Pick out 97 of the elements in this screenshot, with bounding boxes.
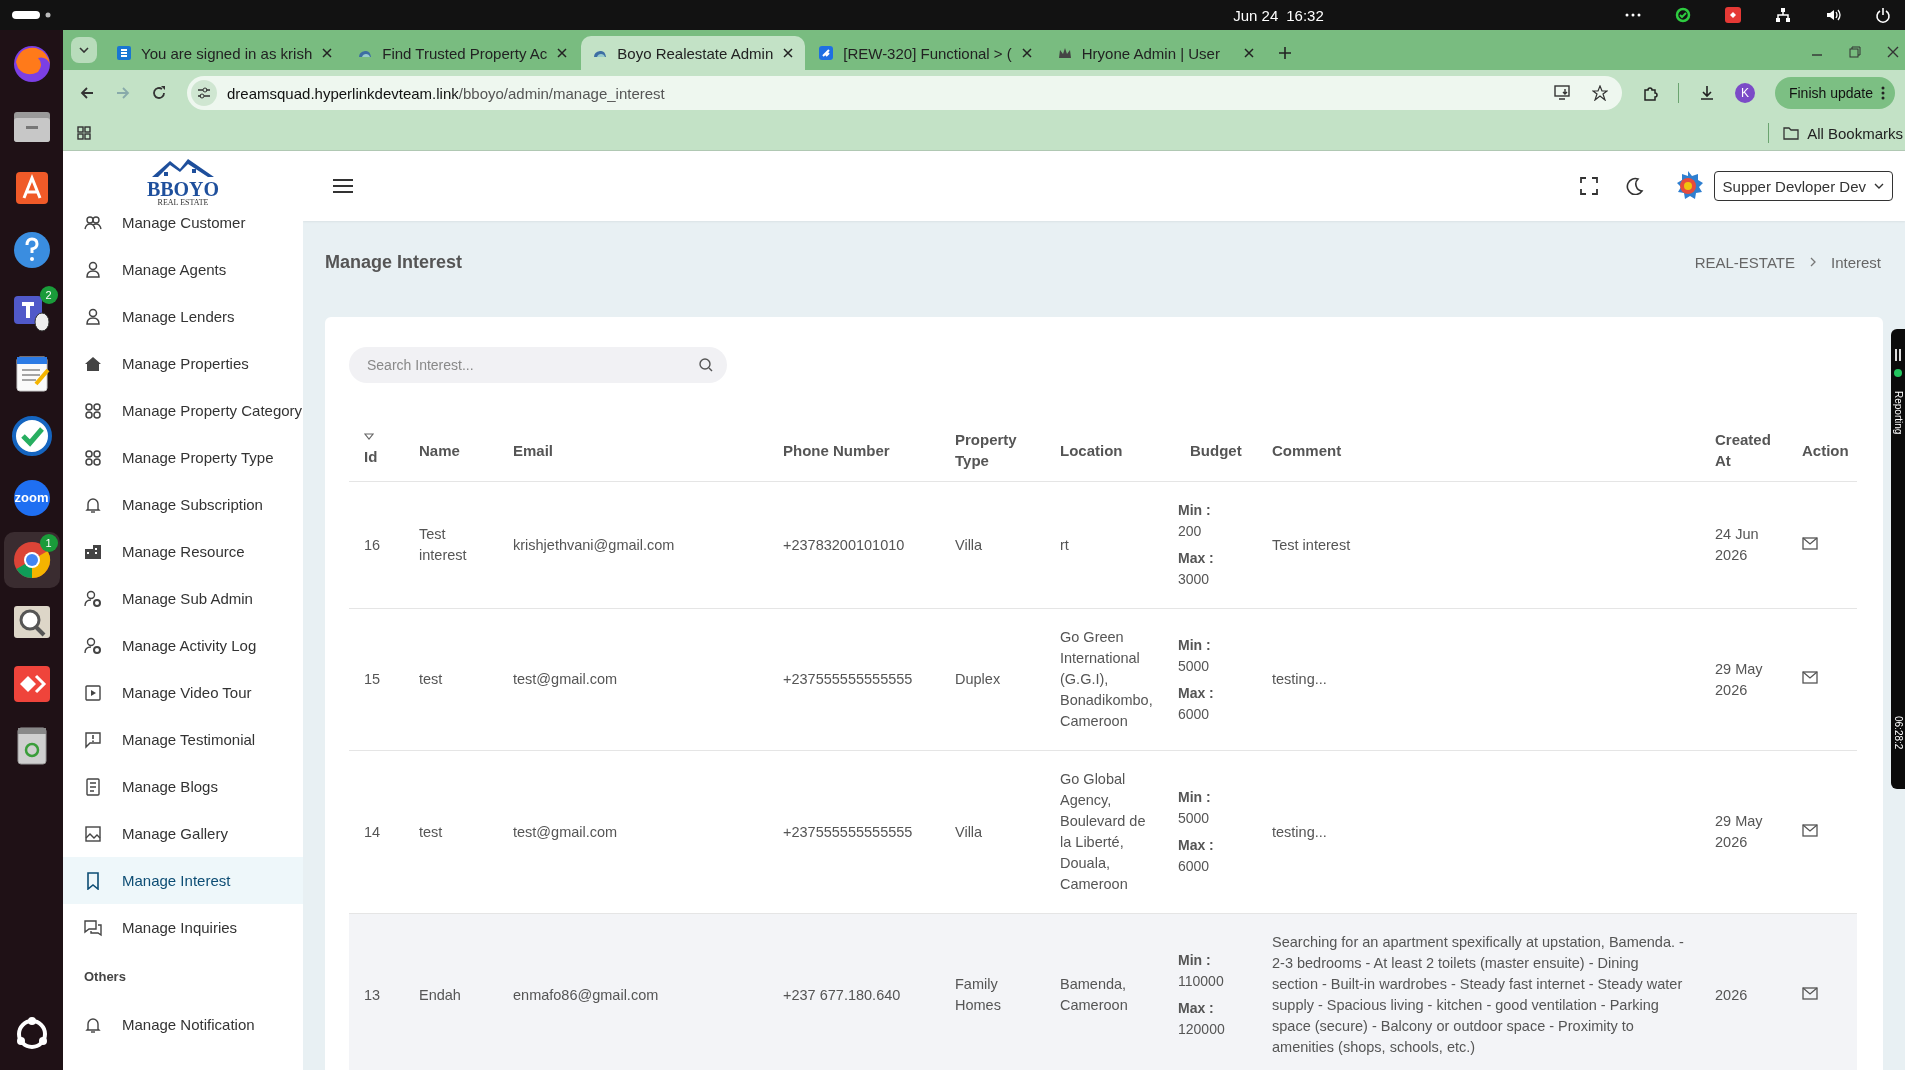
table-cell: 29 May 2026 bbox=[1700, 750, 1787, 914]
table-cell: Villa bbox=[940, 750, 1045, 914]
url-text: dreamsquad.hyperlinkdevteam.link/bboyo/admin/manage_interest bbox=[227, 84, 665, 102]
search-field[interactable]: Search Interest... bbox=[349, 347, 727, 383]
budget-label: Max : bbox=[1178, 999, 1215, 1018]
budget-label: Max : bbox=[1178, 836, 1215, 855]
all-bookmarks-button[interactable]: All Bookmarks bbox=[1783, 124, 1905, 142]
browser-tab[interactable]: [REW-320] Functional > ( bbox=[807, 36, 1044, 70]
recorder-timer: 06:28:2 bbox=[1892, 715, 1904, 749]
table-cell: Bamenda, Cameroon bbox=[1045, 913, 1175, 1070]
column-header: Phone Number bbox=[768, 419, 940, 482]
table-cell: Go Global Agency, Boulevard de la Liberté, Douala, Cameroon bbox=[1045, 750, 1175, 914]
table-cell: Villa bbox=[940, 481, 1045, 609]
table-cell: testing... bbox=[1257, 608, 1700, 751]
date-label: Jun 24 bbox=[1233, 6, 1279, 24]
table-cell: Duplex bbox=[940, 608, 1045, 751]
sidebar-item[interactable]: Manage Properties bbox=[63, 340, 303, 387]
column-header[interactable]: Id bbox=[349, 419, 404, 482]
budget-value: 120000 bbox=[1178, 1020, 1226, 1039]
table-cell: rt bbox=[1045, 481, 1175, 609]
sidebar-item[interactable]: Manage Gallery bbox=[63, 810, 303, 857]
sidebar-item[interactable]: Manage Agents bbox=[63, 246, 303, 293]
table-cell: 14 bbox=[349, 750, 404, 914]
sidebar-item[interactable]: Manage Video Tour bbox=[63, 669, 303, 716]
table-cell: 13 bbox=[349, 913, 404, 1070]
budget-value: 5000 bbox=[1178, 809, 1211, 828]
address-bar[interactable]: dreamsquad.hyperlinkdevteam.link/bboyo/admin/manage_interest bbox=[187, 76, 1622, 110]
column-header: Budget bbox=[1175, 419, 1257, 482]
user-dropdown[interactable]: Supper Devloper Dev bbox=[1713, 171, 1893, 201]
table-cell: +23783200101010 bbox=[768, 481, 940, 609]
table-cell: test@gmail.com bbox=[498, 750, 768, 914]
table-cell: 29 May 2026 bbox=[1700, 608, 1787, 751]
table-cell: enmafo86@gmail.com bbox=[498, 913, 768, 1070]
budget-value: 6000 bbox=[1178, 857, 1211, 876]
table-cell: Test interest bbox=[404, 481, 498, 609]
time-label: 16:32 bbox=[1286, 6, 1324, 24]
profile-avatar[interactable]: K bbox=[1734, 83, 1755, 103]
column-header: Location bbox=[1045, 419, 1175, 482]
browser-tab[interactable]: Hryone Admin | User bbox=[1045, 36, 1266, 70]
breadcrumb-current: Interest bbox=[1830, 253, 1881, 271]
budget-value: 5000 bbox=[1178, 656, 1211, 676]
table-cell: Test interest bbox=[1257, 481, 1700, 609]
budget-label: Min : bbox=[1178, 635, 1212, 655]
table-cell: Family Homes bbox=[940, 913, 1045, 1070]
budget-label: Max : bbox=[1178, 549, 1215, 568]
table-cell: 16 bbox=[349, 481, 404, 609]
sidebar-item[interactable]: Manage Subscription bbox=[63, 481, 303, 528]
budget-label: Min : bbox=[1178, 951, 1212, 970]
breadcrumb-link[interactable]: REAL-ESTATE bbox=[1694, 253, 1795, 271]
browser-tab[interactable]: Find Trusted Property Ac bbox=[346, 36, 580, 70]
table-cell: test bbox=[404, 750, 498, 914]
sidebar-item[interactable]: Manage Testimonial bbox=[63, 716, 303, 763]
table-cell: Endah bbox=[404, 913, 498, 1070]
table-cell: +237 677.180.640 bbox=[768, 913, 940, 1070]
sidebar-item[interactable]: Manage Interest bbox=[63, 857, 303, 904]
sidebar-item[interactable]: Manage Resource bbox=[63, 528, 303, 575]
sidebar-item[interactable]: Manage Property Type bbox=[63, 434, 303, 481]
notification-badge: 1 bbox=[39, 534, 58, 552]
browser-tab[interactable]: Boyo Realestate Admin bbox=[581, 36, 806, 70]
column-header: Comment bbox=[1257, 419, 1700, 482]
table-cell: 15 bbox=[349, 608, 404, 751]
table-cell: Searching for an apartment spexifically at upstation, Bamenda. - 2-3 bedrooms - At least 2 toilets (master ensuite) - Dining section - Built-in wardrobes - Steady fast internet - Steady water supply - Spacious living - kitchen - good ventilation - Parking space (secure) - Balcony or outdoor space - Proximity to amenities (shops, schools, etc.) bbox=[1257, 913, 1700, 1070]
sidebar-item[interactable]: Manage Blogs bbox=[63, 763, 303, 810]
table-cell: testing... bbox=[1257, 750, 1700, 914]
table-cell: test bbox=[404, 608, 498, 751]
budget-value: 6000 bbox=[1178, 704, 1211, 724]
table-cell: 24 Jun 2026 bbox=[1700, 481, 1787, 609]
column-header: Email bbox=[498, 419, 768, 482]
budget-label: Min : bbox=[1178, 788, 1212, 807]
budget-value: 3000 bbox=[1178, 570, 1211, 589]
sidebar-item[interactable]: Manage Customer bbox=[63, 211, 303, 246]
sidebar-item[interactable]: Manage Property Category bbox=[63, 387, 303, 434]
budget-label: Max : bbox=[1178, 683, 1215, 703]
sidebar-item[interactable]: Manage Notification bbox=[63, 1001, 303, 1048]
recorder-label: Reporting bbox=[1892, 391, 1904, 435]
column-header: Created At bbox=[1700, 419, 1787, 482]
column-header: Property Type bbox=[940, 419, 1045, 482]
browser-tab[interactable]: You are signed in as krish bbox=[105, 36, 345, 70]
column-header: Action bbox=[1787, 419, 1857, 482]
sidebar-item[interactable]: Manage Inquiries bbox=[63, 904, 303, 951]
column-header: Name bbox=[404, 419, 498, 482]
sidebar-item[interactable]: Manage Sub Admin bbox=[63, 575, 303, 622]
table-cell: 2026 bbox=[1700, 913, 1787, 1070]
notification-badge: 2 bbox=[39, 286, 58, 304]
sidebar-item[interactable]: Manage Activity Log bbox=[63, 622, 303, 669]
table-cell: test@gmail.com bbox=[498, 608, 768, 751]
budget-value: 200 bbox=[1178, 522, 1203, 541]
table-cell: Go Green International (G.G.I), Bonadikombo, Cameroon bbox=[1045, 608, 1175, 751]
sidebar-item[interactable]: Manage Lenders bbox=[63, 293, 303, 340]
budget-value: 110000 bbox=[1178, 972, 1225, 991]
table-cell: +237555555555555 bbox=[768, 750, 940, 914]
page-title: Manage Interest bbox=[325, 251, 463, 273]
budget-label: Min : bbox=[1178, 501, 1212, 520]
section-heading: Others bbox=[83, 967, 127, 986]
update-button[interactable]: Finish update bbox=[1774, 77, 1895, 109]
table-cell: +237555555555555 bbox=[768, 608, 940, 751]
table-cell: krishjethvani@gmail.com bbox=[498, 481, 768, 609]
